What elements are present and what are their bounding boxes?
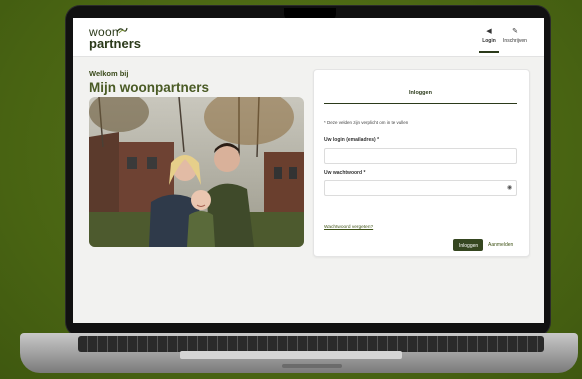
login-icon: ◀ [486, 28, 492, 35]
keyboard [78, 336, 544, 352]
register-link[interactable]: Aanmelden [488, 242, 513, 248]
pencil-icon: ✎ [512, 28, 518, 35]
laptop-hinge [282, 364, 342, 368]
username-label: Uw login (emailadres) * [324, 137, 380, 143]
tab-inloggen[interactable]: Inloggen [324, 90, 517, 96]
welcome-text: Welkom bij [89, 69, 129, 78]
nav-signup[interactable]: ✎ Inschrijven [501, 28, 529, 44]
page-title: Mijn woonpartners [89, 80, 210, 95]
login-card: Inloggen * Deze velden zijn verplicht om… [313, 69, 530, 257]
nav-login-label: Login [482, 38, 496, 44]
forgot-password-link[interactable]: Wachtwoord vergeten? [324, 225, 373, 230]
required-note: * Deze velden zijn verplicht om in te vu… [324, 120, 409, 125]
password-label: Uw wachtwoord * [324, 170, 366, 176]
login-button[interactable]: Inloggen [453, 239, 483, 251]
logo-text-partners: partners [89, 36, 142, 51]
family-photo [89, 97, 304, 247]
spacebar [180, 351, 402, 359]
eye-icon[interactable]: ◉ [507, 184, 512, 191]
top-bar: woon partners ◀ Login ✎ Inschrijven [73, 18, 544, 57]
screen: woon partners ◀ Login ✎ Inschrijven Welk… [73, 18, 544, 323]
username-input[interactable] [324, 148, 517, 164]
tab-underline [324, 103, 517, 104]
logo-mark-icon [116, 27, 128, 34]
nav-login[interactable]: ◀ Login [477, 28, 501, 53]
password-input[interactable] [324, 180, 517, 196]
nav-signup-label: Inschrijven [503, 38, 527, 44]
